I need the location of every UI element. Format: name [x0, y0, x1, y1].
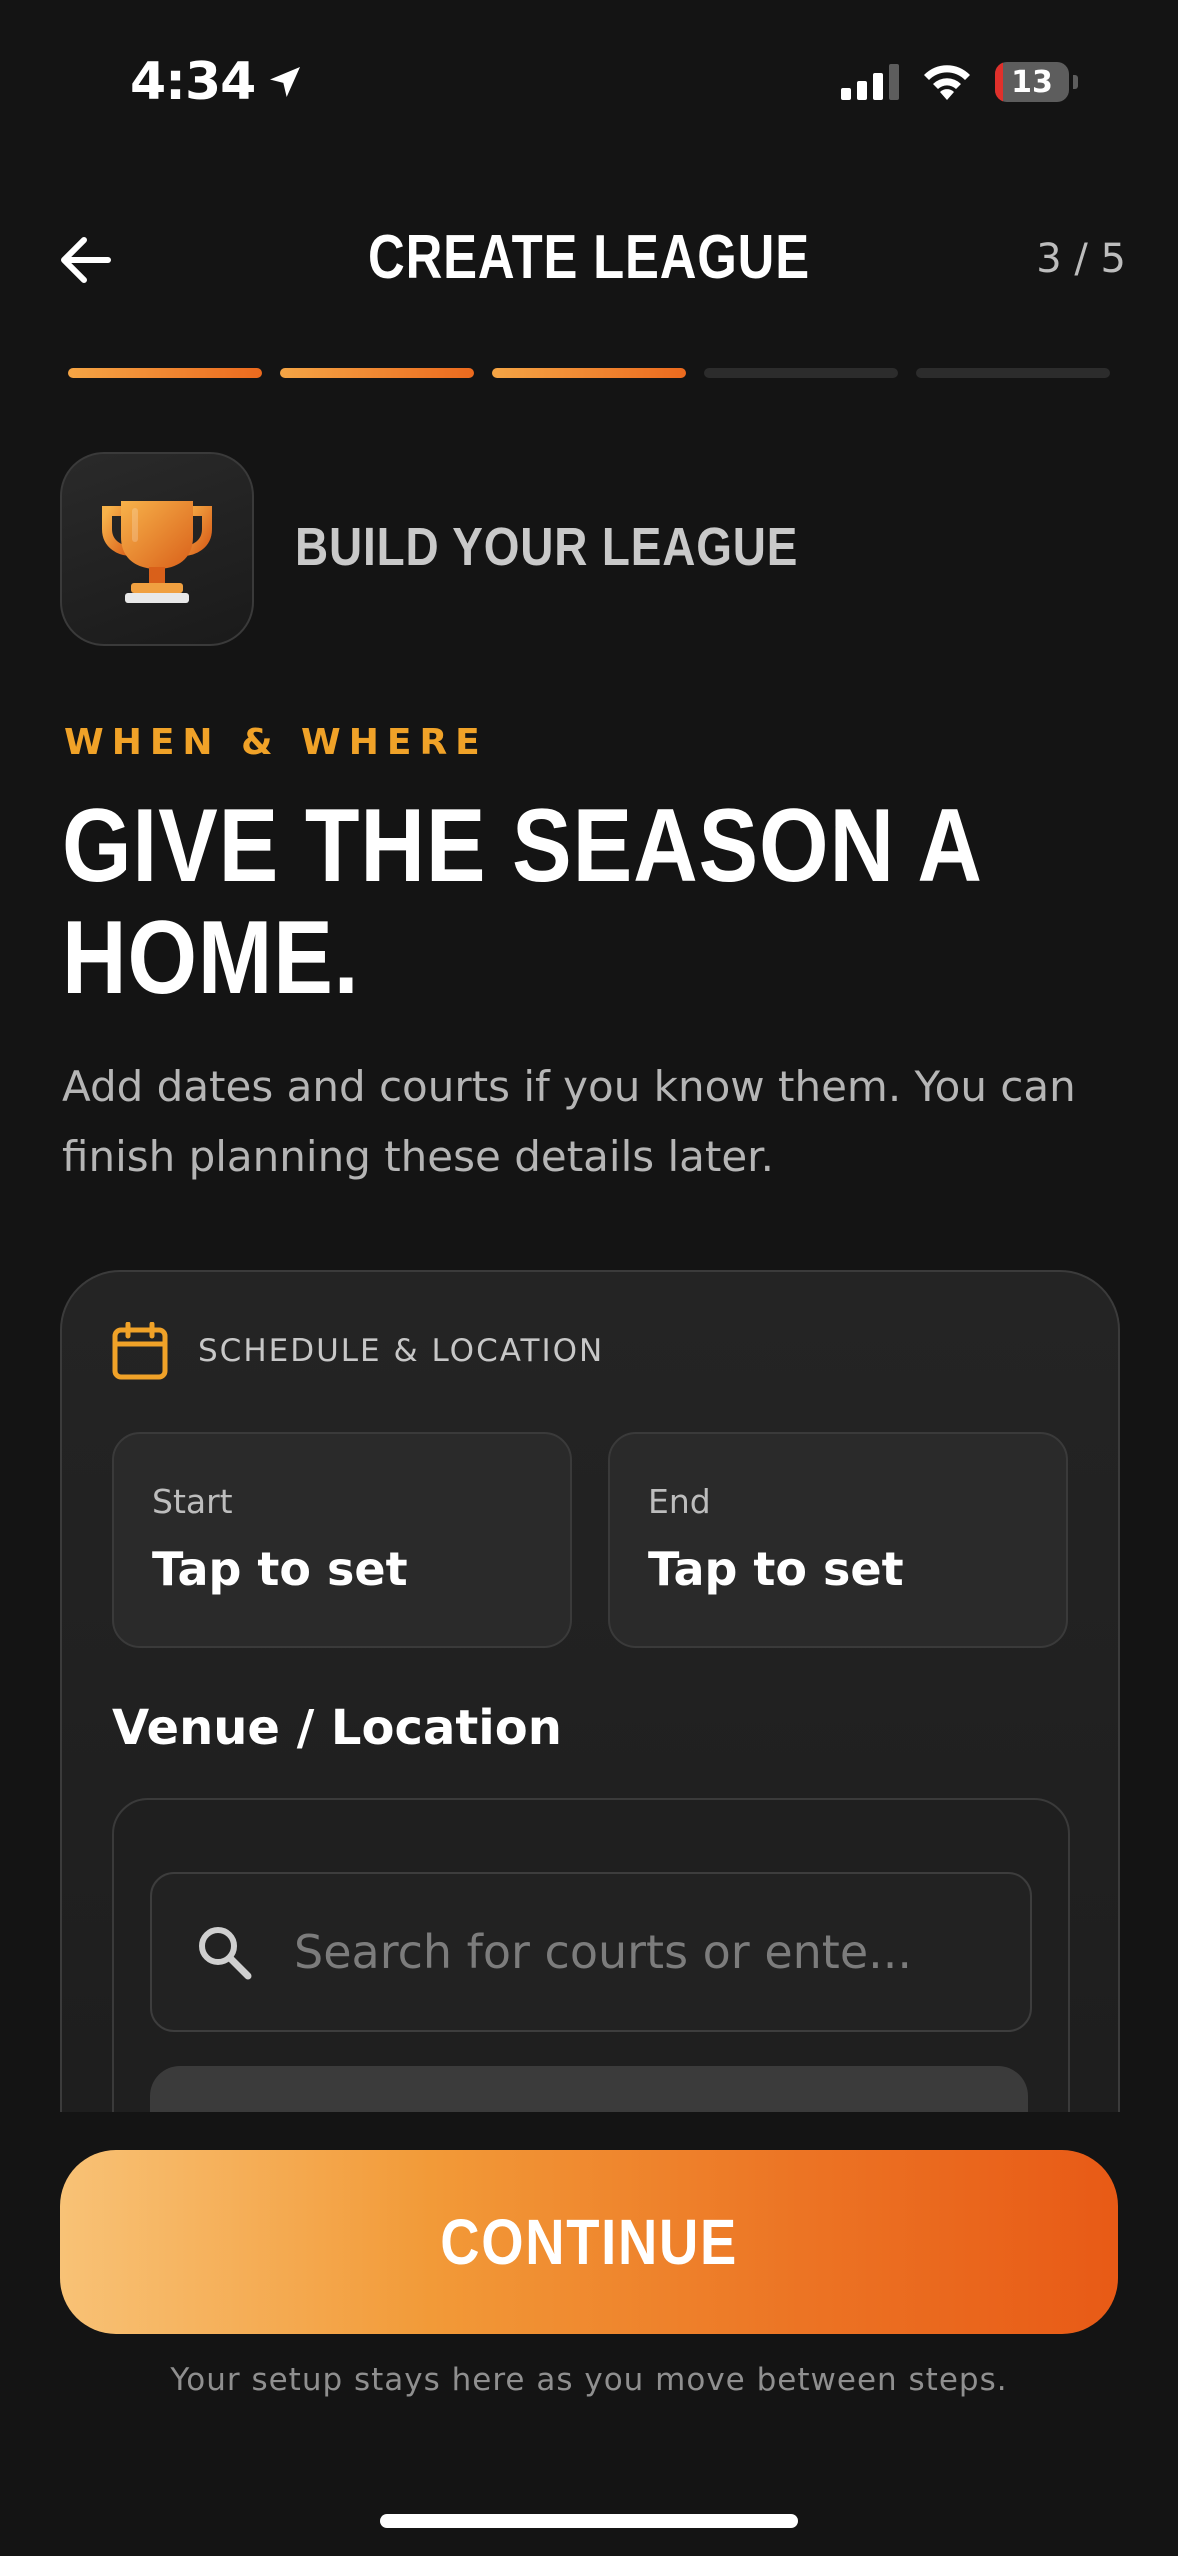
step-progress — [68, 368, 1110, 378]
trophy-badge — [60, 452, 254, 646]
battery-level-fill — [995, 62, 1003, 102]
battery-indicator: 13 — [995, 62, 1069, 102]
status-time-text: 4:34 — [130, 52, 256, 112]
status-time: 4:34 — [130, 52, 305, 112]
end-date-picker[interactable]: End Tap to set — [608, 1432, 1068, 1648]
footer-note: Your setup stays here as you move betwee… — [170, 2362, 1008, 2398]
end-date-value: Tap to set — [648, 1542, 904, 1596]
progress-segment — [916, 368, 1110, 378]
intro-subtext: Add dates and courts if you know them. Y… — [62, 1062, 1076, 1181]
start-date-picker[interactable]: Start Tap to set — [112, 1432, 572, 1648]
status-indicators: 13 — [841, 62, 1078, 102]
battery-tip — [1073, 75, 1078, 89]
venue-search-input[interactable] — [292, 1924, 956, 1980]
venue-search[interactable] — [150, 1872, 1032, 2032]
step-counter: 3 / 5 — [1036, 236, 1126, 282]
card-title: SCHEDULE & LOCATION — [198, 1333, 605, 1369]
cellular-signal-icon — [841, 64, 899, 100]
headline: GIVE THE SEASON A HOME. — [62, 788, 980, 1016]
progress-segment — [280, 368, 474, 378]
wifi-icon — [924, 65, 970, 100]
card-header: SCHEDULE & LOCATION — [112, 1322, 604, 1380]
eyebrow: WHEN & WHERE — [64, 722, 488, 763]
end-date-label: End — [648, 1482, 711, 1521]
progress-segment — [492, 368, 686, 378]
progress-segment — [704, 368, 898, 378]
location-arrow-icon — [270, 67, 301, 97]
progress-segment — [68, 368, 262, 378]
start-date-label: Start — [152, 1482, 233, 1521]
section-label: BUILD YOUR LEAGUE — [295, 517, 799, 577]
calendar-icon — [112, 1322, 168, 1380]
home-indicator[interactable] — [380, 2514, 798, 2528]
trophy-icon — [102, 501, 212, 603]
page-title: CREATE LEAGUE — [368, 223, 810, 292]
continue-label: CONTINUE — [440, 2206, 738, 2278]
battery-percent: 13 — [1011, 64, 1053, 100]
search-icon — [199, 1927, 252, 1980]
continue-button[interactable]: CONTINUE — [60, 2150, 1118, 2334]
start-date-value: Tap to set — [152, 1542, 408, 1596]
venue-label: Venue / Location — [112, 1700, 562, 1756]
